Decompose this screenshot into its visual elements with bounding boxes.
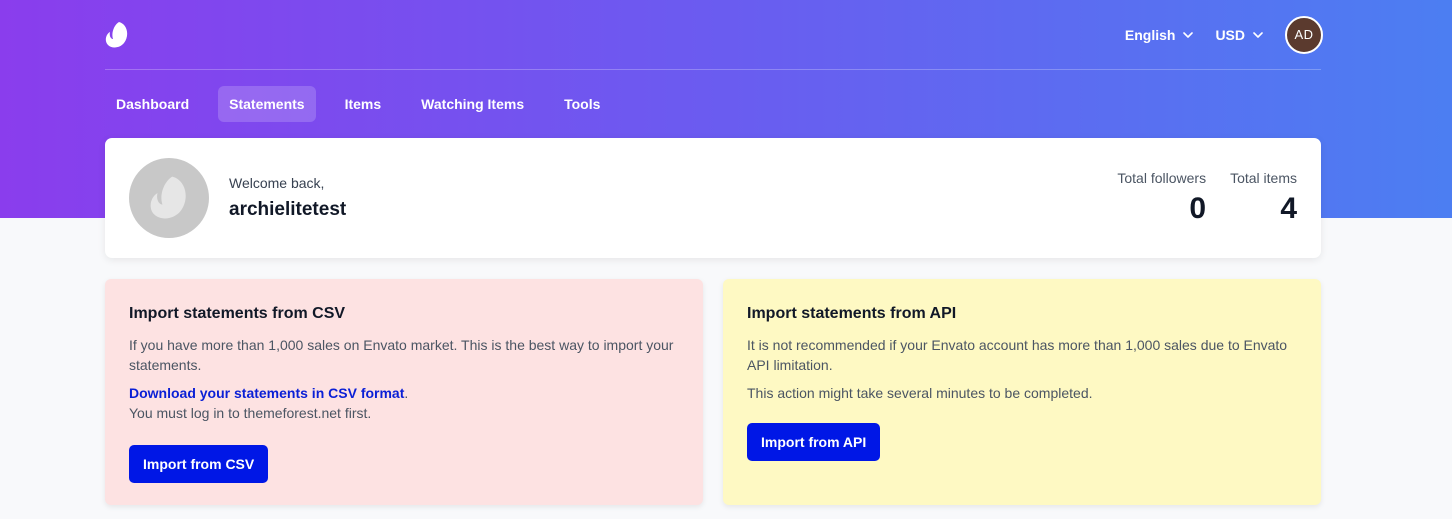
topbar-right: English USD AD [1125, 15, 1323, 54]
stat-total-items: Total items 4 [1230, 170, 1297, 226]
card-title: Import statements from API [747, 305, 957, 322]
nav-item-items[interactable]: Items [334, 86, 393, 122]
import-cards: Import statements from CSV If you have m… [105, 279, 1321, 505]
page-container: English USD AD Dashboard Statements Item… [105, 0, 1323, 505]
profile-avatar [129, 158, 209, 238]
user-avatar[interactable]: AD [1285, 15, 1323, 54]
profile-stats: Total followers 0 Total items 4 [1093, 170, 1297, 226]
stat-value: 4 [1280, 192, 1297, 225]
chevron-down-icon [1253, 31, 1263, 38]
card-title: Import statements from CSV [129, 305, 346, 322]
import-from-api-button[interactable]: Import from API [747, 423, 881, 461]
nav-item-watching-items[interactable]: Watching Items [410, 86, 535, 122]
language-label: English [1124, 26, 1176, 43]
stat-value: 0 [1189, 192, 1207, 225]
nav-item-dashboard[interactable]: Dashboard [105, 86, 200, 122]
envato-leaf-icon [150, 176, 186, 219]
envato-leaf-icon[interactable] [105, 20, 131, 50]
import-from-csv-button[interactable]: Import from CSV [129, 445, 269, 483]
csv-import-card: Import statements from CSV If you have m… [105, 279, 703, 505]
download-csv-link[interactable]: Download your statements in CSV format [129, 385, 404, 401]
nav-item-statements[interactable]: Statements [218, 86, 316, 122]
username: archielitetest [229, 199, 347, 220]
card-description: It is not recommended if your Envato acc… [747, 337, 1288, 373]
welcome-block: Welcome back, archielitetest [229, 175, 346, 221]
currency-dropdown[interactable]: USD [1215, 27, 1263, 43]
nav-item-tools[interactable]: Tools [553, 86, 611, 122]
csv-download-line: Download your statements in CSV format. [129, 383, 679, 403]
profile-card: Welcome back, archielitetest Total follo… [105, 138, 1321, 258]
stat-label: Total followers [1117, 170, 1207, 186]
stat-total-followers: Total followers 0 [1117, 170, 1206, 226]
language-dropdown[interactable]: English [1125, 27, 1194, 43]
link-suffix: . [404, 385, 409, 401]
main-nav: Dashboard Statements Items Watching Item… [105, 70, 1321, 138]
stat-label: Total items [1230, 170, 1297, 186]
chevron-down-icon [1183, 31, 1194, 38]
card-note: This action might take several minutes t… [747, 385, 1093, 401]
api-import-card: Import statements from API It is not rec… [723, 279, 1321, 505]
currency-label: USD [1215, 26, 1245, 43]
card-description: If you have more than 1,000 sales on Env… [129, 337, 674, 373]
topbar: English USD AD [105, 0, 1323, 70]
welcome-label: Welcome back, [229, 175, 325, 191]
card-note: You must log in to themeforest.net first… [129, 405, 372, 421]
